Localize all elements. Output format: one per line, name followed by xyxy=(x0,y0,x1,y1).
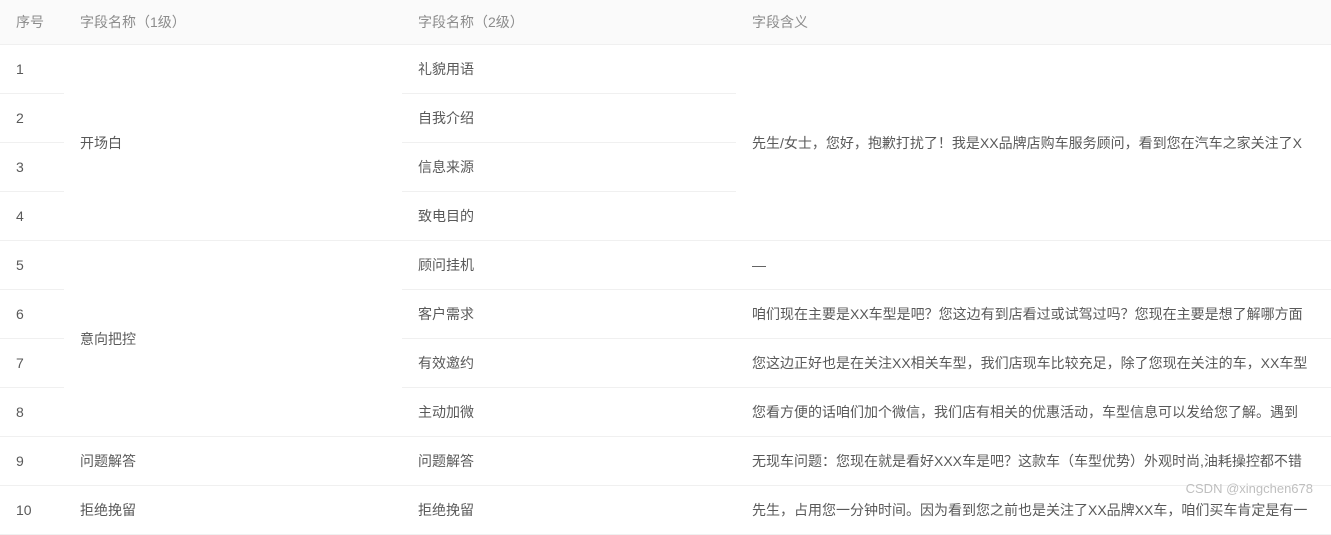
cell-l1: 拒绝挽留 xyxy=(64,486,402,535)
field-definition-table: 序号 字段名称（1级） 字段名称（2级） 字段含义 1开场白礼貌用语先生/女士，… xyxy=(0,0,1331,535)
header-seq: 序号 xyxy=(0,0,64,45)
header-l2: 字段名称（2级） xyxy=(402,0,736,45)
cell-meaning: 咱们现在主要是XX车型是吧？您这边有到店看过或试驾过吗？您现在主要是想了解哪方面 xyxy=(736,290,1331,339)
cell-seq: 7 xyxy=(0,339,64,388)
cell-meaning: 您这边正好也是在关注XX相关车型，我们店现车比较充足，除了您现在关注的车，XX车… xyxy=(736,339,1331,388)
table-row: 5意向把控顾问挂机— xyxy=(0,241,1331,290)
cell-l2: 拒绝挽留 xyxy=(402,486,736,535)
table-body: 1开场白礼貌用语先生/女士，您好，抱歉打扰了！我是XX品牌店购车服务顾问，看到您… xyxy=(0,45,1331,535)
cell-l1: 开场白 xyxy=(64,45,402,241)
cell-seq: 5 xyxy=(0,241,64,290)
cell-l2: 问题解答 xyxy=(402,437,736,486)
cell-l1: 问题解答 xyxy=(64,437,402,486)
cell-seq: 8 xyxy=(0,388,64,437)
cell-meaning: 先生/女士，您好，抱歉打扰了！我是XX品牌店购车服务顾问，看到您在汽车之家关注了… xyxy=(736,45,1331,241)
cell-l2: 致电目的 xyxy=(402,192,736,241)
cell-meaning: — xyxy=(736,241,1331,290)
cell-l1: 意向把控 xyxy=(64,241,402,437)
cell-l2: 客户需求 xyxy=(402,290,736,339)
table-header-row: 序号 字段名称（1级） 字段名称（2级） 字段含义 xyxy=(0,0,1331,45)
table-row: 1开场白礼貌用语先生/女士，您好，抱歉打扰了！我是XX品牌店购车服务顾问，看到您… xyxy=(0,45,1331,94)
table-row: 9问题解答问题解答无现车问题：您现在就是看好XXX车是吧？这款车（车型优势）外观… xyxy=(0,437,1331,486)
cell-seq: 10 xyxy=(0,486,64,535)
cell-l2: 顾问挂机 xyxy=(402,241,736,290)
cell-l2: 礼貌用语 xyxy=(402,45,736,94)
cell-meaning: 先生，占用您一分钟时间。因为看到您之前也是关注了XX品牌XX车，咱们买车肯定是有… xyxy=(736,486,1331,535)
cell-meaning: 无现车问题：您现在就是看好XXX车是吧？这款车（车型优势）外观时尚,油耗操控都不… xyxy=(736,437,1331,486)
cell-l2: 信息来源 xyxy=(402,143,736,192)
cell-seq: 4 xyxy=(0,192,64,241)
table-row: 10拒绝挽留拒绝挽留先生，占用您一分钟时间。因为看到您之前也是关注了XX品牌XX… xyxy=(0,486,1331,535)
cell-meaning: 您看方便的话咱们加个微信，我们店有相关的优惠活动，车型信息可以发给您了解。遇到 xyxy=(736,388,1331,437)
cell-seq: 3 xyxy=(0,143,64,192)
cell-l2: 主动加微 xyxy=(402,388,736,437)
cell-seq: 2 xyxy=(0,94,64,143)
cell-seq: 6 xyxy=(0,290,64,339)
cell-seq: 1 xyxy=(0,45,64,94)
header-meaning: 字段含义 xyxy=(736,0,1331,45)
cell-l2: 自我介绍 xyxy=(402,94,736,143)
cell-l2: 有效邀约 xyxy=(402,339,736,388)
header-l1: 字段名称（1级） xyxy=(64,0,402,45)
cell-seq: 9 xyxy=(0,437,64,486)
